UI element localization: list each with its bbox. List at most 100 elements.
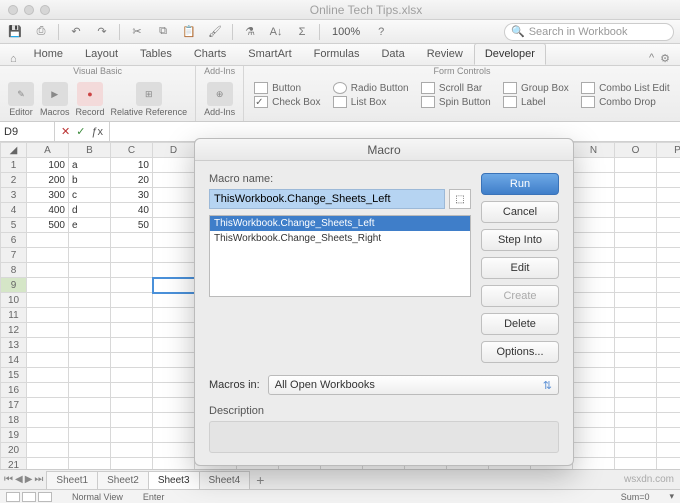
cell[interactable] — [573, 368, 615, 383]
cell[interactable] — [657, 203, 680, 218]
cell[interactable] — [615, 308, 657, 323]
cell[interactable] — [153, 293, 195, 308]
cell[interactable]: 30 — [111, 188, 153, 203]
cell[interactable] — [657, 308, 680, 323]
save-icon[interactable]: 💾 — [6, 23, 24, 41]
cell[interactable] — [27, 413, 69, 428]
cell[interactable] — [69, 338, 111, 353]
record-button[interactable]: ●Record — [76, 82, 105, 117]
cell[interactable] — [153, 158, 195, 173]
cell[interactable] — [153, 248, 195, 263]
relative-reference-button[interactable]: ⊞Relative Reference — [111, 82, 188, 117]
cell[interactable] — [111, 398, 153, 413]
cell[interactable] — [69, 398, 111, 413]
cell[interactable] — [111, 383, 153, 398]
cell[interactable]: 20 — [111, 173, 153, 188]
row-header[interactable]: 9 — [1, 278, 27, 293]
tab-developer[interactable]: Developer — [474, 43, 546, 65]
help-icon[interactable]: ? — [372, 23, 390, 41]
cell[interactable] — [27, 293, 69, 308]
cell[interactable] — [27, 428, 69, 443]
row-header[interactable]: 10 — [1, 293, 27, 308]
cell[interactable] — [573, 398, 615, 413]
cell[interactable]: 400 — [27, 203, 69, 218]
tab-review[interactable]: Review — [416, 43, 474, 65]
cell[interactable] — [111, 323, 153, 338]
fc-radio-button[interactable]: Radio Button — [333, 82, 409, 94]
row-header[interactable]: 18 — [1, 413, 27, 428]
row-header[interactable]: 7 — [1, 248, 27, 263]
cell[interactable] — [153, 173, 195, 188]
cell[interactable] — [657, 428, 680, 443]
cell[interactable]: 40 — [111, 203, 153, 218]
cell[interactable] — [27, 368, 69, 383]
delete-button[interactable]: Delete — [481, 313, 559, 335]
cell[interactable] — [573, 158, 615, 173]
row-header[interactable]: 1 — [1, 158, 27, 173]
tab-home[interactable]: Home — [23, 43, 74, 65]
cell[interactable] — [27, 398, 69, 413]
macro-name-input[interactable] — [209, 189, 445, 209]
cell[interactable] — [573, 293, 615, 308]
row-header[interactable]: 12 — [1, 323, 27, 338]
cell[interactable] — [27, 278, 69, 293]
cell[interactable] — [153, 353, 195, 368]
tab-layout[interactable]: Layout — [74, 43, 129, 65]
cell[interactable] — [69, 443, 111, 458]
cell[interactable] — [153, 413, 195, 428]
cell[interactable] — [615, 368, 657, 383]
cell[interactable]: b — [69, 173, 111, 188]
cell[interactable] — [657, 443, 680, 458]
row-header[interactable]: 11 — [1, 308, 27, 323]
reference-icon[interactable]: ⬚ — [449, 189, 471, 209]
sheet-nav-last-icon[interactable]: ⏭ — [34, 474, 43, 485]
cell[interactable] — [69, 368, 111, 383]
cell[interactable]: c — [69, 188, 111, 203]
cell[interactable] — [573, 428, 615, 443]
minimize-window-icon[interactable] — [24, 5, 34, 15]
cell[interactable] — [573, 233, 615, 248]
cell[interactable] — [573, 248, 615, 263]
cell[interactable]: a — [69, 158, 111, 173]
fc-spin-button[interactable]: Spin Button — [421, 96, 491, 108]
cell[interactable] — [615, 263, 657, 278]
fc-button[interactable]: Button — [254, 82, 321, 94]
cell[interactable] — [657, 278, 680, 293]
cell[interactable] — [27, 353, 69, 368]
cell[interactable] — [69, 248, 111, 263]
print-icon[interactable]: ⎙ — [32, 23, 50, 41]
cell[interactable] — [615, 428, 657, 443]
cell[interactable] — [69, 278, 111, 293]
row-header[interactable]: 17 — [1, 398, 27, 413]
fc-label[interactable]: Label — [503, 96, 569, 108]
cell[interactable] — [111, 443, 153, 458]
cell[interactable] — [615, 338, 657, 353]
view-normal-icon[interactable] — [6, 492, 20, 502]
cell[interactable] — [615, 173, 657, 188]
fc-combo-drop[interactable]: Combo Drop — [581, 96, 670, 108]
close-window-icon[interactable] — [8, 5, 18, 15]
cell[interactable] — [111, 293, 153, 308]
cell[interactable] — [111, 248, 153, 263]
undo-icon[interactable]: ↶ — [67, 23, 85, 41]
cell[interactable] — [657, 188, 680, 203]
cell[interactable]: d — [69, 203, 111, 218]
format-painter-icon[interactable]: 🖌 — [206, 23, 224, 41]
cell[interactable] — [153, 338, 195, 353]
cell[interactable] — [111, 308, 153, 323]
row-header[interactable]: 8 — [1, 263, 27, 278]
accept-formula-icon[interactable]: ✓ — [76, 125, 85, 138]
cell[interactable] — [657, 218, 680, 233]
cell[interactable] — [657, 398, 680, 413]
cell[interactable] — [111, 353, 153, 368]
cell[interactable] — [111, 263, 153, 278]
tab-formulas[interactable]: Formulas — [303, 43, 371, 65]
cell[interactable] — [111, 278, 153, 293]
row-header[interactable]: 6 — [1, 233, 27, 248]
copy-icon[interactable]: ⧉ — [154, 23, 172, 41]
fc-check-box[interactable]: ✓Check Box — [254, 96, 321, 108]
cell[interactable] — [153, 188, 195, 203]
tab-tables[interactable]: Tables — [129, 43, 183, 65]
editor-button[interactable]: ✎Editor — [8, 82, 34, 117]
cell[interactable] — [153, 203, 195, 218]
